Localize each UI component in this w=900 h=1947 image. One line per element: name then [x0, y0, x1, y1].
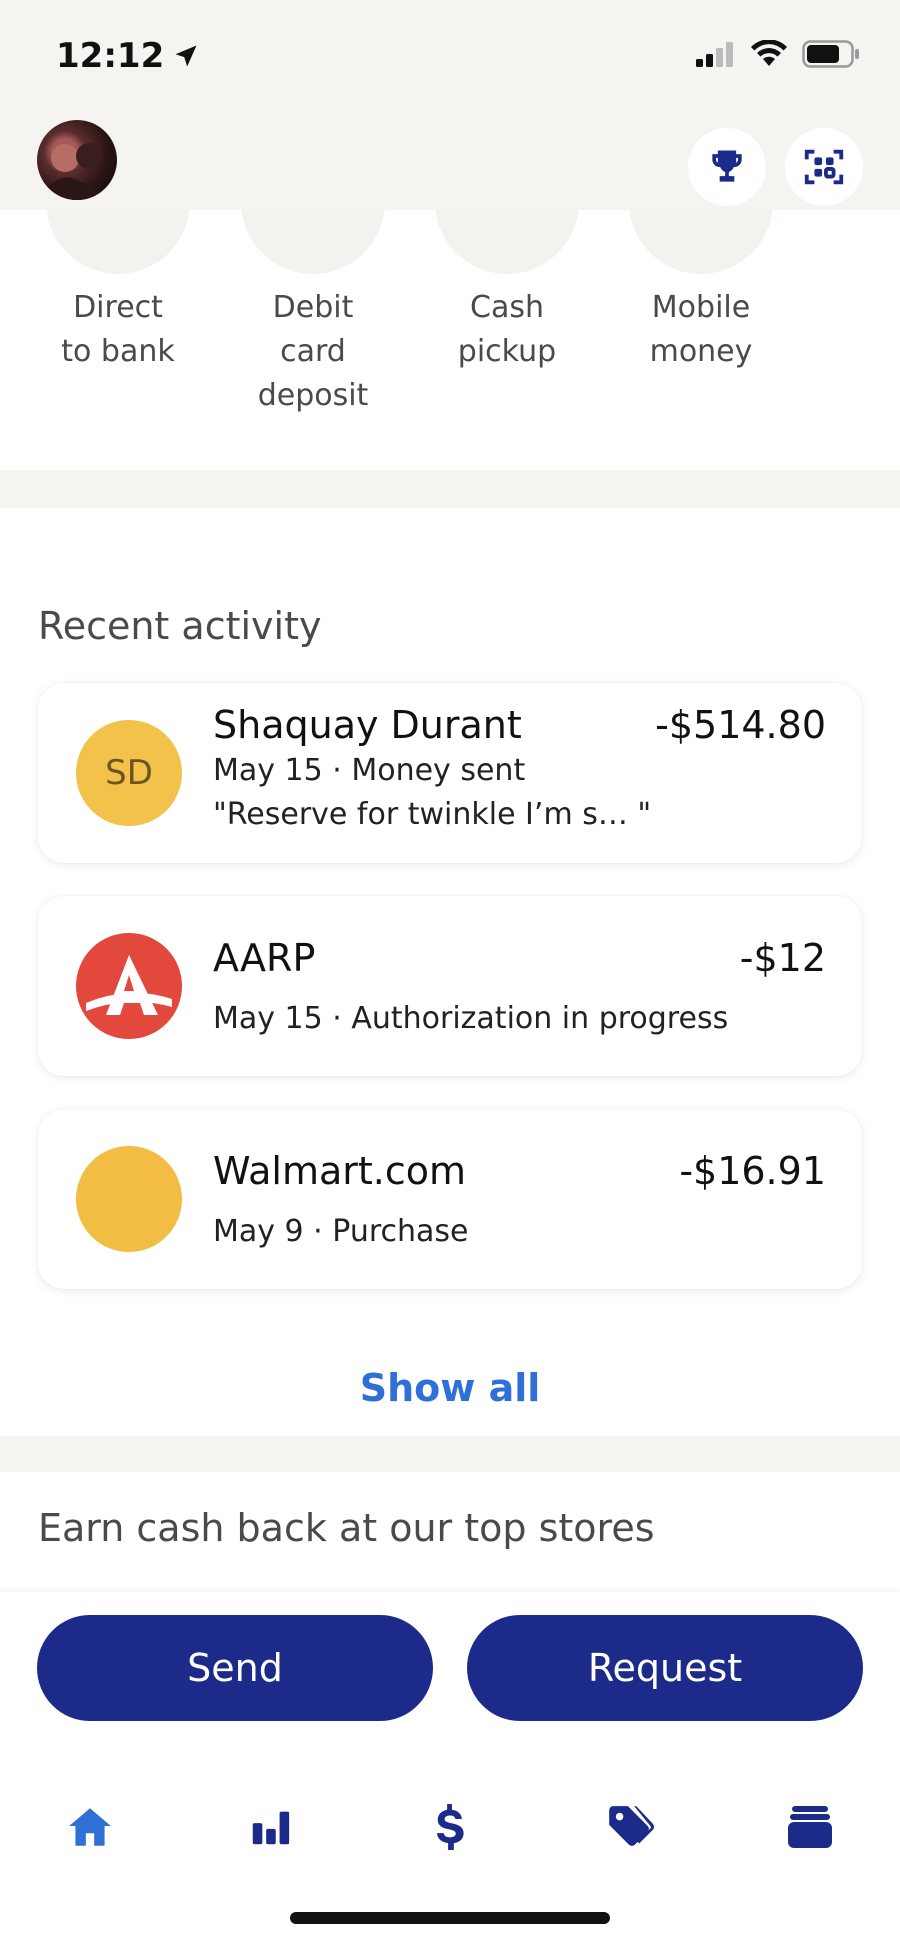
location-arrow-icon	[175, 45, 197, 67]
status-icons	[696, 40, 860, 68]
activity-note: "Reserve for twinkle I’m s… "	[213, 797, 652, 832]
method-label: Direct to bank	[61, 290, 175, 369]
activity-amount: -$16.91	[679, 1149, 826, 1193]
cash-back-section: Earn cash back at our top stores	[0, 1472, 900, 1592]
activity-item[interactable]: AARP -$12 May 15 · Authorization in prog…	[38, 896, 862, 1076]
avatar-photo	[37, 143, 117, 200]
recent-activity-section: Recent activity SD Shaquay Durant -$514.…	[0, 508, 900, 1436]
qr-scan-button[interactable]	[785, 128, 863, 206]
bottom-action-panel: Send Request	[0, 1592, 900, 1947]
home-icon	[69, 1808, 111, 1846]
chart-icon	[252, 1811, 290, 1845]
battery-icon	[802, 40, 859, 68]
request-button[interactable]: Request	[467, 1615, 863, 1721]
section-divider	[0, 1436, 900, 1472]
tab-wallet[interactable]	[775, 1792, 845, 1862]
activity-item[interactable]: SD Shaquay Durant -$514.80 May 15 · Mone…	[38, 683, 862, 863]
profile-avatar[interactable]	[37, 120, 117, 200]
send-methods-row: Direct to bank Debit card deposit Cash picku…	[0, 140, 900, 470]
activity-subtitle: May 9 · Purchase	[213, 1214, 469, 1249]
activity-amount: -$514.80	[655, 703, 826, 747]
tab-offers[interactable]	[595, 1792, 665, 1862]
trophy-icon	[712, 150, 742, 182]
cellular-signal-icon	[696, 42, 733, 67]
cash-back-title: Earn cash back at our top stores	[38, 1506, 655, 1550]
activity-name: AARP	[213, 936, 316, 980]
tab-finances[interactable]	[415, 1792, 485, 1862]
wallet-cards-icon	[788, 1806, 832, 1848]
aarp-logo-icon	[76, 933, 182, 1039]
activity-name: Walmart.com	[213, 1149, 467, 1193]
qr-scan-icon	[804, 149, 844, 185]
home-indicator	[290, 1912, 610, 1924]
activity-name: Shaquay Durant	[213, 703, 522, 747]
wifi-icon	[751, 40, 787, 66]
rewards-button[interactable]	[688, 128, 766, 206]
tab-activity-chart[interactable]	[235, 1792, 305, 1862]
tab-home[interactable]	[55, 1792, 125, 1862]
contact-initials-avatar: SD	[76, 720, 182, 826]
activity-subtitle: May 15 · Money sent	[213, 753, 526, 788]
activity-item[interactable]: Walmart.com -$16.91 May 9 · Purchase	[38, 1109, 862, 1289]
activity-amount: -$12	[739, 936, 826, 980]
status-bar: 12:12	[0, 0, 900, 110]
activity-subtitle: May 15 · Authorization in progress	[213, 1001, 729, 1036]
send-button[interactable]: Send	[37, 1615, 433, 1721]
aarp-a-icon	[86, 955, 172, 1015]
merchant-avatar	[76, 1146, 182, 1252]
app-header	[0, 110, 900, 210]
offers-tag-icon	[609, 1806, 655, 1846]
clock-text: 12:12	[56, 36, 165, 76]
section-divider	[0, 470, 900, 508]
recent-activity-title: Recent activity	[38, 604, 322, 648]
show-all-link[interactable]: Show all	[0, 1366, 900, 1410]
method-label: Debit card deposit	[257, 290, 369, 413]
method-label: Cash pickup	[457, 290, 557, 369]
status-time: 12:12	[56, 36, 200, 76]
method-label: Mobile money	[649, 290, 753, 369]
dollar-icon	[436, 1804, 464, 1850]
